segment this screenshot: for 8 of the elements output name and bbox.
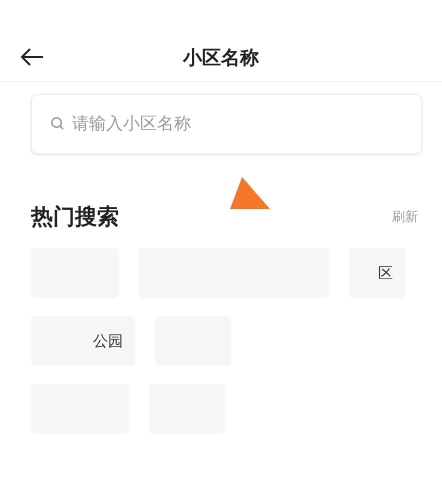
search-field[interactable]: 请输入小区名称	[31, 94, 422, 154]
search-icon	[50, 116, 65, 131]
section-title: 热门搜索	[31, 204, 119, 232]
search-chip[interactable]: 区	[349, 248, 405, 298]
back-arrow-icon[interactable]	[20, 47, 44, 67]
triangle-icon	[230, 177, 270, 209]
search-chip[interactable]: 公园	[31, 316, 135, 366]
page-title: 小区名称	[183, 46, 259, 71]
